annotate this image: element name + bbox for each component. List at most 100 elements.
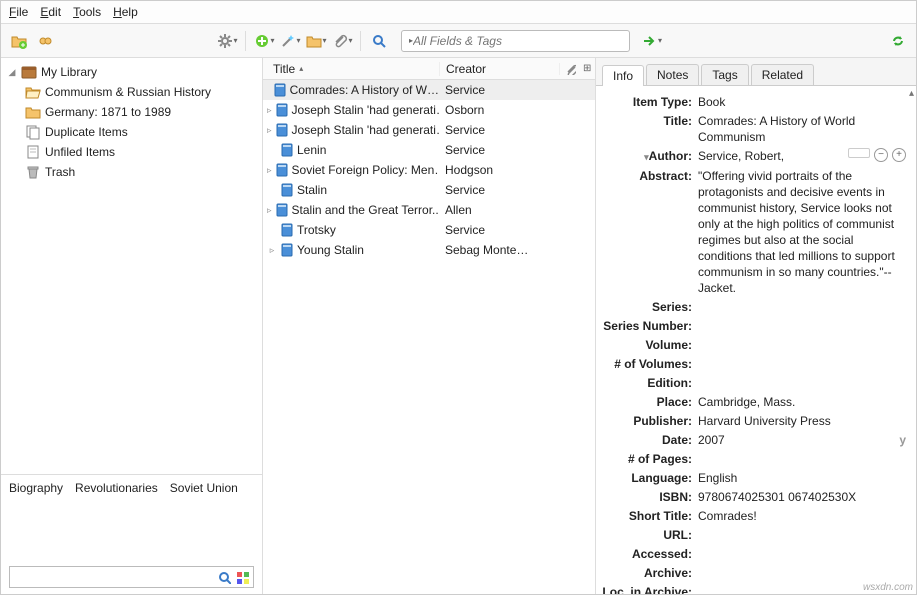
field-value[interactable] [698, 356, 906, 372]
advanced-search-button[interactable] [369, 31, 389, 51]
library-root[interactable]: ◢ My Library [1, 62, 262, 82]
new-group-button[interactable] [35, 31, 55, 51]
folder-open-icon [25, 84, 41, 100]
field-row: # of Volumes: [602, 356, 906, 372]
scroll-up-icon[interactable]: ▴ [909, 88, 914, 99]
field-value[interactable] [698, 375, 906, 391]
field-value[interactable] [698, 451, 906, 467]
twisty-icon[interactable]: ◢ [7, 67, 17, 78]
sync-button[interactable] [888, 31, 908, 51]
watermark: wsxdn.com [863, 582, 913, 593]
field-value[interactable] [698, 527, 906, 543]
trash-icon [25, 164, 41, 180]
locate-button[interactable]: ▾ [642, 31, 662, 51]
info-panel[interactable]: Item Type:BookTitle:Comrades: A History … [596, 86, 916, 594]
tab-tags[interactable]: Tags [701, 64, 748, 85]
twisty-icon[interactable]: ▹ [267, 125, 272, 136]
tag[interactable]: Biography [9, 481, 63, 495]
menu-edit[interactable]: Edit [40, 5, 61, 19]
item-row[interactable]: ▹Young StalinSebag Monte… [263, 240, 595, 260]
book-icon [274, 162, 290, 178]
field-value[interactable]: Comrades! [698, 508, 906, 524]
book-icon [279, 142, 295, 158]
twisty-icon[interactable]: ▹ [267, 205, 272, 216]
field-value[interactable]: 2007 [698, 432, 899, 448]
attach-button[interactable]: ▾ [332, 31, 352, 51]
add-author-button[interactable]: + [892, 148, 906, 162]
column-title[interactable]: Title ▴ [263, 62, 439, 76]
field-value[interactable] [698, 299, 906, 315]
field-row: Loc. in Archive: [602, 584, 906, 594]
library-tree[interactable]: ◢ My Library Communism & Russian History… [1, 58, 262, 474]
menu-tools[interactable]: Tools [73, 5, 101, 19]
actions-button[interactable]: ▾ [217, 31, 237, 51]
twisty-icon[interactable]: ▹ [267, 105, 272, 116]
special-row[interactable]: Unfiled Items [1, 142, 262, 162]
field-value[interactable]: Harvard University Press [698, 413, 906, 429]
field-value[interactable]: English [698, 470, 906, 486]
item-row[interactable]: ▹Soviet Foreign Policy: Men…Hodgson [263, 160, 595, 180]
item-list[interactable]: Comrades: A History of W…Service▹Joseph … [263, 80, 595, 594]
item-row[interactable]: Trotsky Service [263, 220, 595, 240]
twisty-icon[interactable]: ▹ [267, 245, 277, 256]
tag[interactable]: Revolutionaries [75, 481, 158, 495]
new-item-button[interactable]: ▾ [254, 31, 274, 51]
item-row[interactable]: Comrades: A History of W…Service [263, 80, 595, 100]
item-title: Stalin and the Great Terror... [292, 203, 439, 217]
author-twisty-icon[interactable]: ▾ [644, 152, 649, 162]
tag[interactable]: Soviet Union [170, 481, 238, 495]
item-row[interactable]: LeninService [263, 140, 595, 160]
menubar: File Edit Tools Help [1, 1, 916, 24]
search-input[interactable] [413, 34, 622, 48]
item-row[interactable]: StalinService [263, 180, 595, 200]
item-row[interactable]: ▹Stalin and the Great Terror...Allen [263, 200, 595, 220]
tab-notes[interactable]: Notes [646, 64, 699, 85]
special-row[interactable]: Trash [1, 162, 262, 182]
field-value[interactable]: 9780674025301 067402530X [698, 489, 906, 505]
field-value[interactable] [698, 565, 906, 581]
center-pane: Title ▴ Creator ⊞ Comrades: A History of… [263, 58, 596, 594]
add-by-identifier-button[interactable]: ▾ [280, 31, 300, 51]
new-collection-button[interactable] [9, 31, 29, 51]
column-picker-icon[interactable]: ⊞ [583, 63, 591, 75]
tag-search-input[interactable] [14, 570, 213, 584]
tab-info[interactable]: Info [602, 65, 644, 86]
field-value[interactable] [698, 337, 906, 353]
item-row[interactable]: ▹Joseph Stalin 'had generati…Service [263, 120, 595, 140]
menu-file[interactable]: File [9, 5, 28, 19]
field-value[interactable]: "Offering vivid portraits of the protago… [698, 168, 906, 296]
item-creator: Hodgson [439, 163, 559, 177]
field-value[interactable]: Service, Robert, [698, 148, 848, 165]
twisty-icon[interactable]: ▹ [267, 165, 272, 176]
field-value[interactable]: Cambridge, Mass. [698, 394, 906, 410]
special-row[interactable]: Duplicate Items [1, 122, 262, 142]
field-row: Series: [602, 299, 906, 315]
tab-related[interactable]: Related [751, 64, 814, 85]
field-value[interactable]: Book [698, 94, 906, 110]
field-value[interactable]: Comrades: A History of World Communism [698, 113, 906, 145]
column-extra[interactable]: ⊞ [559, 63, 595, 75]
search-box[interactable]: ▸ [401, 30, 630, 52]
tag-search-box[interactable] [9, 566, 254, 588]
field-value[interactable] [698, 546, 906, 562]
search-icon[interactable] [217, 570, 231, 584]
menu-help[interactable]: Help [113, 5, 138, 19]
colors-icon[interactable] [235, 570, 249, 584]
new-note-button[interactable]: ▾ [306, 31, 326, 51]
field-row: Title:Comrades: A History of World Commu… [602, 113, 906, 145]
collection-row[interactable]: Communism & Russian History [1, 82, 262, 102]
item-row[interactable]: ▹Joseph Stalin 'had generati…Osborn [263, 100, 595, 120]
field-label: Language: [602, 470, 698, 486]
item-creator: Service [439, 223, 559, 237]
book-icon [279, 222, 295, 238]
field-row: # of Pages: [602, 451, 906, 467]
collection-row[interactable]: Germany: 1871 to 1989 [1, 102, 262, 122]
item-title: Comrades: A History of W… [290, 83, 439, 97]
field-label: ISBN: [602, 489, 698, 505]
item-creator: Osborn [439, 103, 559, 117]
author-role-toggle[interactable] [848, 148, 870, 158]
remove-author-button[interactable]: − [874, 148, 888, 162]
column-creator[interactable]: Creator [439, 62, 559, 76]
item-title: Trotsky [297, 223, 336, 237]
field-value[interactable] [698, 318, 906, 334]
